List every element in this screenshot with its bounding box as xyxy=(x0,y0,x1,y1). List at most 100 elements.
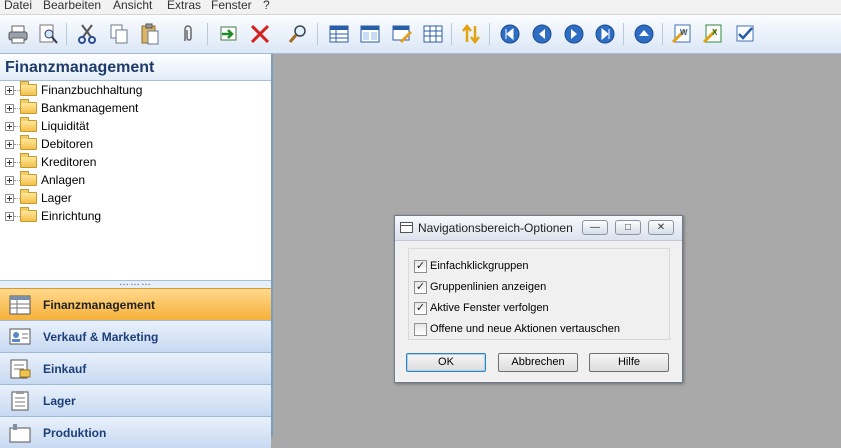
checkbox-box[interactable] xyxy=(414,322,427,336)
first-record-icon[interactable] xyxy=(498,22,522,46)
tree-node-label: Bankmanagement xyxy=(41,101,139,115)
expand-icon[interactable] xyxy=(5,193,14,203)
navigation-options-dialog: Navigationsbereich-Optionen — □ ✕ ✓ Einfa… xyxy=(394,215,683,383)
tree-node-einrichtung[interactable]: Einrichtung xyxy=(5,207,101,225)
go-icon[interactable] xyxy=(217,22,241,46)
previous-record-icon[interactable] xyxy=(530,22,554,46)
tree-node-label: Finanzbuchhaltung xyxy=(41,83,143,97)
navigation-tree: Finanzbuchhaltung Bankmanagement Liquidi… xyxy=(0,81,271,280)
toolbar-separator xyxy=(662,23,663,45)
dialog-window-icon xyxy=(400,222,413,233)
toolbar-separator xyxy=(66,23,67,45)
toolbar-separator xyxy=(451,23,452,45)
toolbar-separator xyxy=(489,23,490,45)
checkbox-einfachklickgruppen[interactable]: ✓ Einfachklickgruppen xyxy=(414,258,528,274)
menu-datei[interactable]: Datei xyxy=(4,0,32,12)
toolbar-separator xyxy=(207,23,208,45)
expand-icon[interactable] xyxy=(5,211,14,221)
nav-button-produktion[interactable]: Produktion xyxy=(0,416,271,448)
nav-button-label: Lager xyxy=(43,393,76,408)
tree-node-lager[interactable]: Lager xyxy=(5,189,72,207)
menu-fenster[interactable]: Fenster xyxy=(211,0,252,12)
export-excel-icon[interactable]: X xyxy=(701,22,725,46)
paste-icon[interactable] xyxy=(138,22,162,46)
folder-icon xyxy=(20,81,37,96)
folder-icon xyxy=(20,135,37,150)
find-icon[interactable] xyxy=(286,22,310,46)
menu-help[interactable]: ? xyxy=(263,0,270,12)
nav-button-label: Finanzmanagement xyxy=(43,297,156,312)
nav-button-label: Einkauf xyxy=(43,361,87,376)
svg-text:W: W xyxy=(680,28,688,37)
tree-node-debitoren[interactable]: Debitoren xyxy=(5,135,93,153)
tree-node-label: Kreditoren xyxy=(41,155,97,169)
export-word-icon[interactable]: W xyxy=(670,22,694,46)
tree-node-label: Lager xyxy=(41,191,72,205)
ok-button[interactable]: OK xyxy=(406,353,486,372)
cancel-button[interactable]: Abbrechen xyxy=(498,353,578,372)
tree-node-bankmanagement[interactable]: Bankmanagement xyxy=(5,99,138,117)
attach-icon[interactable] xyxy=(176,22,200,46)
approve-icon[interactable] xyxy=(733,22,757,46)
print-icon[interactable] xyxy=(6,22,30,46)
dialog-title: Navigationsbereich-Optionen xyxy=(418,221,573,235)
last-record-icon[interactable] xyxy=(593,22,617,46)
expand-icon[interactable] xyxy=(5,85,14,95)
dialog-title-bar[interactable]: Navigationsbereich-Optionen — □ ✕ xyxy=(395,216,682,241)
ledger-icon xyxy=(9,295,31,314)
checkbox-label: Aktive Fenster verfolgen xyxy=(430,302,549,314)
tree-node-liquiditaet[interactable]: Liquidität xyxy=(5,117,89,135)
menu-bar: Datei Bearbeiten Ansicht Extras Fenster … xyxy=(0,0,841,15)
cut-icon[interactable] xyxy=(75,22,99,46)
nav-button-finanzmanagement[interactable]: Finanzmanagement xyxy=(0,288,271,320)
svg-text:X: X xyxy=(712,28,718,37)
checkbox-offene-neue-aktionen-vertauschen[interactable]: Offene und neue Aktionen vertauschen xyxy=(414,321,620,337)
matrix-icon[interactable] xyxy=(421,22,445,46)
navigation-pane-header: Finanzmanagement xyxy=(0,54,271,81)
menu-extras[interactable]: Extras xyxy=(167,0,201,12)
card-view-icon[interactable] xyxy=(358,22,382,46)
tree-node-label: Liquidität xyxy=(41,119,90,133)
close-button[interactable]: ✕ xyxy=(648,220,674,235)
menu-ansicht[interactable]: Ansicht xyxy=(113,0,152,12)
nav-button-label: Verkauf & Marketing xyxy=(43,329,159,344)
navigation-pane: Finanzmanagement Finanzbuchhaltung Bankm… xyxy=(0,54,273,448)
checkbox-box[interactable]: ✓ xyxy=(414,301,427,315)
expand-icon[interactable] xyxy=(5,103,14,113)
tree-node-label: Einrichtung xyxy=(41,209,102,223)
checkbox-label: Offene und neue Aktionen vertauschen xyxy=(430,323,620,335)
tree-node-anlagen[interactable]: Anlagen xyxy=(5,171,85,189)
restore-button[interactable]: □ xyxy=(615,220,641,235)
checkbox-gruppenlinien-anzeigen[interactable]: ✓ Gruppenlinien anzeigen xyxy=(414,279,546,295)
folder-icon xyxy=(20,207,37,222)
table-edit-icon[interactable] xyxy=(390,22,414,46)
nav-button-verkauf-marketing[interactable]: Verkauf & Marketing xyxy=(0,320,271,352)
nav-button-lager[interactable]: Lager xyxy=(0,384,271,416)
inventory-icon xyxy=(11,390,29,410)
sales-icon xyxy=(9,328,31,344)
sort-icon[interactable] xyxy=(459,22,483,46)
nav-button-einkauf[interactable]: Einkauf xyxy=(0,352,271,384)
expand-icon[interactable] xyxy=(5,121,14,131)
folder-icon xyxy=(20,99,37,114)
up-icon[interactable] xyxy=(632,22,656,46)
expand-icon[interactable] xyxy=(5,139,14,149)
checkbox-aktive-fenster-verfolgen[interactable]: ✓ Aktive Fenster verfolgen xyxy=(414,300,549,316)
delete-icon[interactable] xyxy=(248,22,272,46)
options-group: ✓ Einfachklickgruppen ✓ Gruppenlinien anze… xyxy=(408,248,670,340)
tree-node-finanzbuchhaltung[interactable]: Finanzbuchhaltung xyxy=(5,81,142,99)
print-preview-icon[interactable] xyxy=(36,22,60,46)
checkbox-label: Einfachklickgruppen xyxy=(430,260,529,272)
list-view-icon[interactable] xyxy=(327,22,351,46)
toolbar-separator xyxy=(317,23,318,45)
minimize-button[interactable]: — xyxy=(582,220,608,235)
tree-node-kreditoren[interactable]: Kreditoren xyxy=(5,153,96,171)
checkbox-box[interactable]: ✓ xyxy=(414,280,427,294)
expand-icon[interactable] xyxy=(5,175,14,185)
menu-bearbeiten[interactable]: Bearbeiten xyxy=(43,0,101,12)
copy-icon[interactable] xyxy=(107,22,131,46)
next-record-icon[interactable] xyxy=(562,22,586,46)
help-button[interactable]: Hilfe xyxy=(589,353,669,372)
expand-icon[interactable] xyxy=(5,157,14,167)
checkbox-box[interactable]: ✓ xyxy=(414,259,427,273)
